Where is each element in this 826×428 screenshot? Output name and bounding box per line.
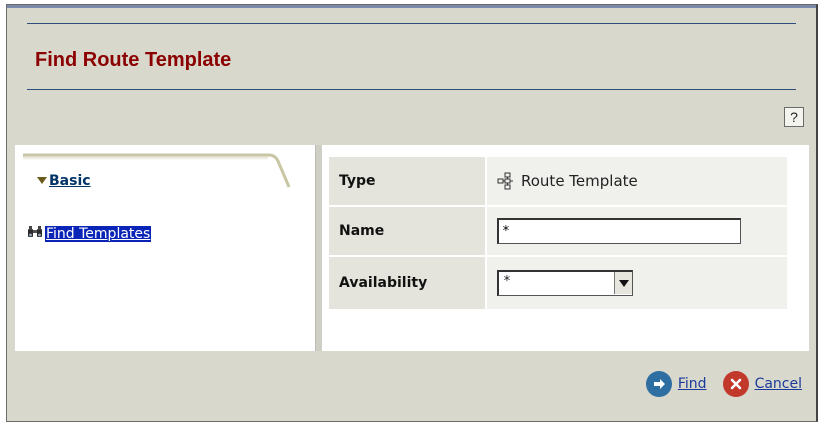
close-icon: [722, 371, 749, 397]
help-button[interactable]: ?: [784, 107, 804, 127]
content-panel: Basic Find Templates Type Route Template…: [15, 145, 809, 351]
find-route-template-window: Find Route Template ? Basic Find Templat…: [6, 4, 818, 422]
title-bottom-rule: [27, 89, 796, 90]
binoculars-icon: [27, 225, 43, 243]
availability-selected-value: *: [503, 274, 511, 289]
find-button[interactable]: Find: [645, 371, 707, 397]
cancel-button[interactable]: Cancel: [722, 371, 802, 397]
route-template-icon: [497, 172, 517, 190]
find-templates-item[interactable]: Find Templates: [27, 225, 152, 243]
caret-down-icon: [37, 177, 47, 184]
find-button-label[interactable]: Find: [678, 376, 707, 392]
availability-label: Availability: [329, 257, 485, 309]
title-top-rule: [27, 23, 796, 24]
name-label: Name: [329, 207, 485, 255]
window-top-border: [7, 5, 816, 8]
arrow-right-icon: [645, 371, 672, 397]
availability-select[interactable]: *: [497, 270, 633, 296]
page-title: Find Route Template: [35, 49, 232, 71]
basic-section-link[interactable]: Basic: [49, 173, 91, 189]
cancel-button-label[interactable]: Cancel: [755, 376, 802, 392]
dropdown-arrow-icon[interactable]: [614, 272, 632, 294]
type-value-cell: Route Template: [487, 157, 787, 205]
action-bar: Find Cancel: [645, 371, 802, 397]
find-templates-link[interactable]: Find Templates: [45, 226, 152, 242]
availability-value-cell: *: [487, 257, 787, 309]
type-label: Type: [329, 157, 485, 205]
name-input[interactable]: [497, 218, 741, 244]
panel-divider: [315, 145, 322, 351]
name-value-cell: [487, 207, 787, 255]
type-value: Route Template: [521, 172, 638, 190]
navigation-panel: Basic Find Templates: [15, 145, 315, 351]
